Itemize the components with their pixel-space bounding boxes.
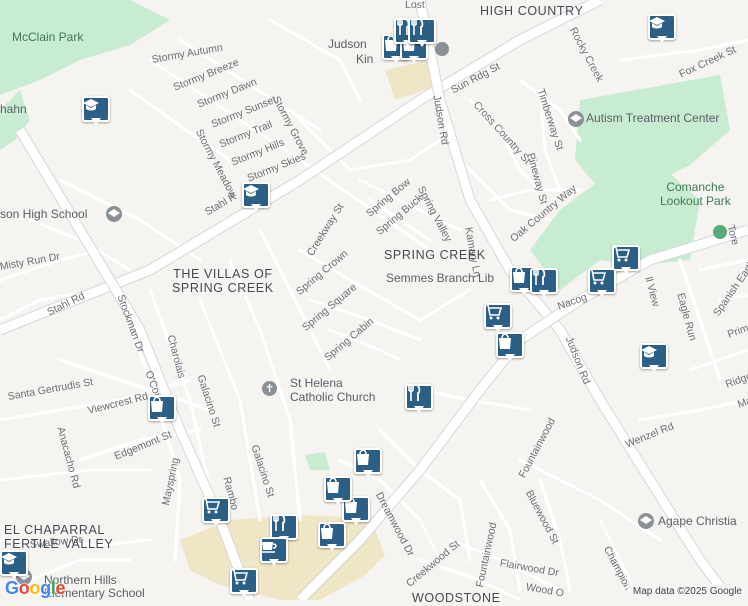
judson-landmark-dot xyxy=(435,42,449,56)
marker-restaurant[interactable] xyxy=(405,384,433,414)
marker-grocery[interactable] xyxy=(588,268,616,298)
marker-school[interactable] xyxy=(82,96,110,126)
marker-school[interactable] xyxy=(0,550,28,580)
marker-grocery[interactable] xyxy=(612,245,640,275)
marker-grocery[interactable] xyxy=(230,568,258,598)
street-label-lost: Lost xyxy=(405,0,425,11)
small-park-area xyxy=(305,452,330,470)
poi-label-kin: Kin xyxy=(356,52,374,66)
poi-label-judson-high: son High School xyxy=(0,207,88,221)
marker-cafe[interactable] xyxy=(260,537,288,567)
park-label-comanche: Comanche Lookout Park xyxy=(660,180,731,208)
google-logo: Google xyxy=(5,578,66,598)
map-canvas[interactable]: ✝ HIGH COUNTRY SPRING CREEK THE VILLAS O… xyxy=(0,0,748,605)
poi-label-autism: Autism Treatment Center xyxy=(586,111,720,125)
poi-label-st-helena: St Helena Catholic Church xyxy=(290,376,376,404)
marker-shop[interactable] xyxy=(354,448,382,478)
park-label-mcclain: McClain Park xyxy=(12,30,84,44)
poi-label-hahn: hahn xyxy=(0,102,27,116)
marker-restaurant[interactable] xyxy=(408,18,436,48)
marker-shop[interactable] xyxy=(318,522,346,552)
marker-shop[interactable] xyxy=(324,476,352,506)
map-base xyxy=(0,0,748,600)
marker-school[interactable] xyxy=(640,343,668,373)
marker-restaurant[interactable] xyxy=(530,268,558,298)
marker-shop[interactable] xyxy=(148,395,176,425)
school-dot-agape xyxy=(638,513,654,529)
poi-label-judson-top: Judson xyxy=(328,37,367,51)
area-label-high-country: HIGH COUNTRY xyxy=(480,4,584,18)
school-dot-judson xyxy=(106,206,122,222)
marker-grocery[interactable] xyxy=(202,497,230,527)
poi-label-agape: Agape Christia xyxy=(658,514,737,528)
school-dot-autism xyxy=(568,111,584,127)
marker-grocery[interactable] xyxy=(484,303,512,333)
area-label-woodstone: WOODSTONE xyxy=(412,591,501,605)
marker-school[interactable] xyxy=(242,182,270,212)
marker-shop[interactable] xyxy=(496,332,524,362)
area-label-villas: THE VILLAS OF SPRING CREEK xyxy=(172,267,274,295)
church-icon: ✝ xyxy=(262,381,277,396)
mcclain-park-area xyxy=(0,0,170,95)
map-attribution[interactable]: Map data ©2025 Google xyxy=(626,584,748,600)
marker-school[interactable] xyxy=(648,14,676,44)
